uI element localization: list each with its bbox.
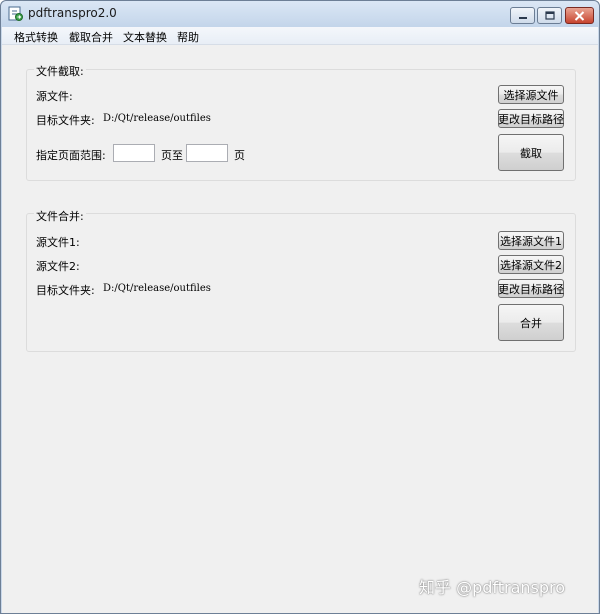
window-title: pdftranspro2.0 [28,6,117,20]
maximize-button[interactable] [537,7,562,24]
merge-target-path: D:/Qt/release/outfiles [103,283,211,294]
page-from-input[interactable] [113,144,155,162]
app-icon [8,6,23,21]
merge-button[interactable]: 合并 [498,304,564,341]
merge-group-title: 文件合并: [34,208,86,224]
change-target-button[interactable]: 更改目标路径 [498,109,564,128]
menu-text-replace[interactable]: 文本替换 [123,29,167,45]
close-button[interactable] [565,7,594,24]
extract-group-title: 文件截取: [34,63,86,79]
merge-target-label: 目标文件夹: [36,284,95,297]
maximize-icon [544,11,555,20]
page-to-label: 页至 [161,149,183,162]
app-window: pdftranspro2.0 格式转换 截取合并 文本替换 帮助 文件截取: 源… [0,0,600,614]
page-suffix-label: 页 [234,149,245,162]
page-range-label: 指定页面范围: [36,149,106,162]
close-icon [574,10,585,21]
choose-source2-button[interactable]: 选择源文件2 [498,255,564,274]
client-area: 文件截取: 源文件: 目标文件夹: D:/Qt/release/outfiles… [2,45,598,613]
extract-source-label: 源文件: [36,90,73,103]
merge-source2-label: 源文件2: [36,260,80,273]
merge-source1-label: 源文件1: [36,236,80,249]
watermark: 知乎 @pdftranspro [419,578,566,597]
minimize-button[interactable] [510,7,535,24]
menu-format-convert[interactable]: 格式转换 [14,29,58,45]
extract-group [26,69,576,181]
page-to-input[interactable] [186,144,228,162]
choose-source1-button[interactable]: 选择源文件1 [498,231,564,250]
menu-help[interactable]: 帮助 [177,29,199,45]
title-bar[interactable]: pdftranspro2.0 [1,1,599,27]
minimize-icon [518,16,527,19]
menu-extract-merge[interactable]: 截取合并 [69,29,113,45]
extract-button[interactable]: 截取 [498,134,564,171]
merge-change-target-button[interactable]: 更改目标路径 [498,279,564,298]
choose-source-button[interactable]: 选择源文件 [498,85,564,104]
menu-bar: 格式转换 截取合并 文本替换 帮助 [2,27,598,45]
extract-target-path: D:/Qt/release/outfiles [103,113,211,124]
extract-target-label: 目标文件夹: [36,114,95,127]
